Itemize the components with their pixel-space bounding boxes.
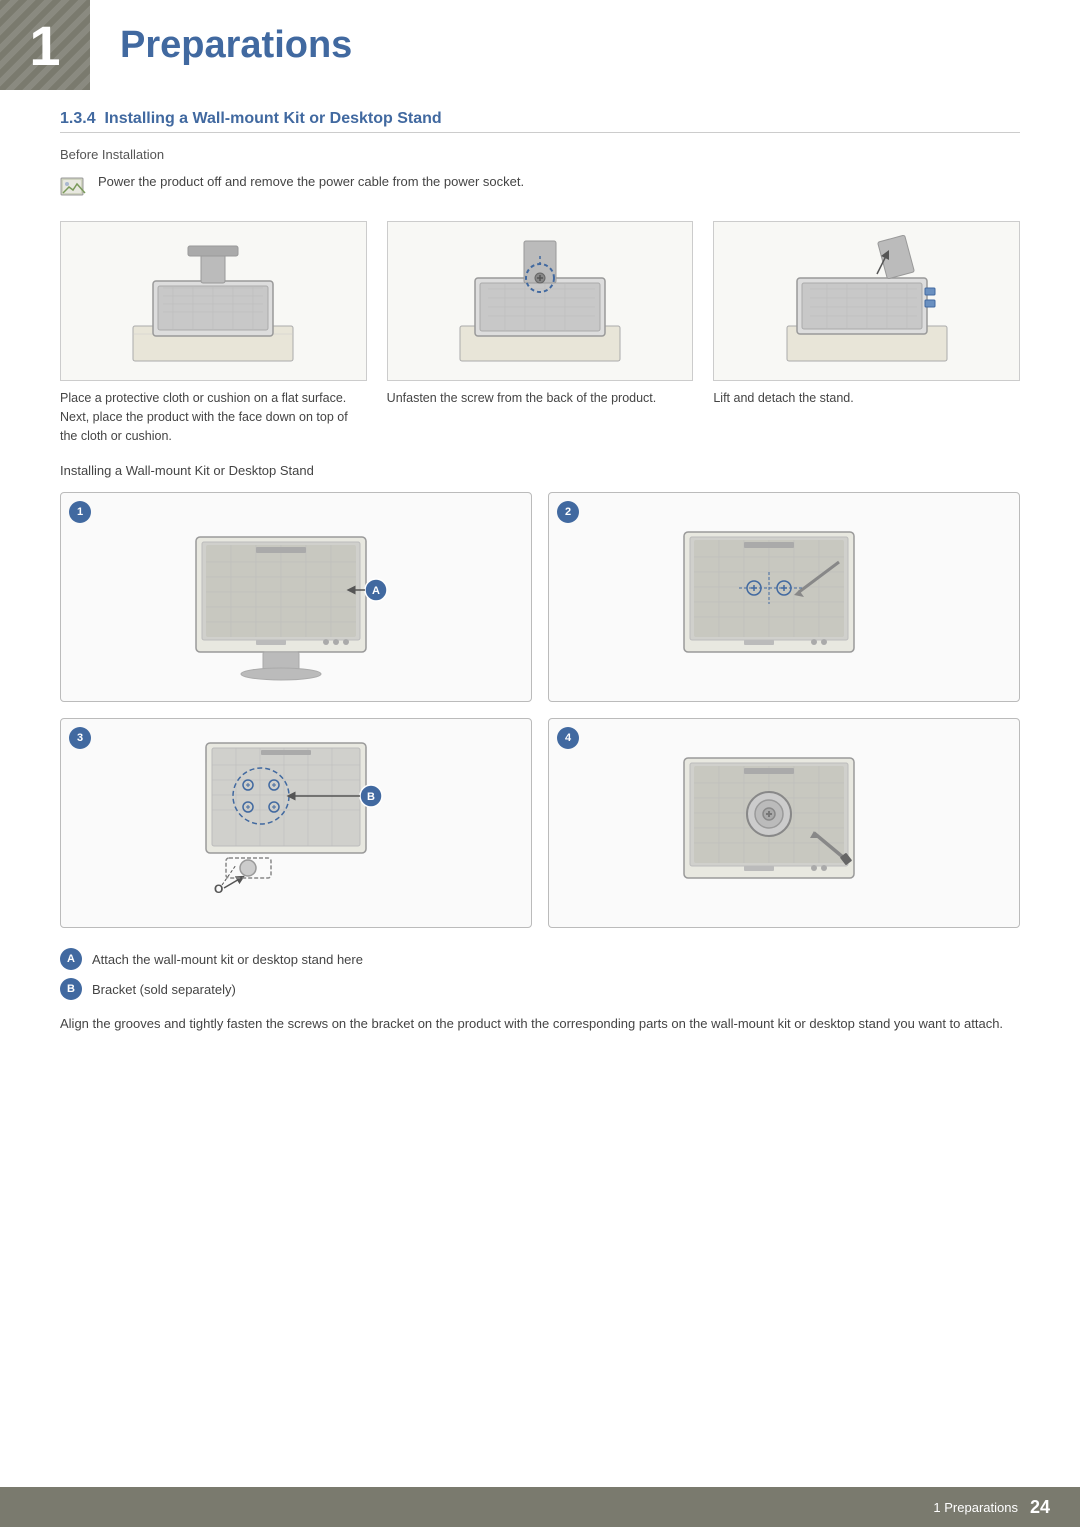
image-caption-3: Lift and detach the stand. <box>713 389 1020 408</box>
diagram-2-svg <box>450 226 630 376</box>
legend-badge-a: A <box>60 948 82 970</box>
chapter-number: 1 <box>29 13 60 78</box>
step-cell-4: 4 <box>548 718 1020 928</box>
chapter-title: Preparations <box>120 24 352 67</box>
image-box-2 <box>387 221 694 381</box>
note-row: Power the product off and remove the pow… <box>60 174 1020 197</box>
legend-text-b: Bracket (sold separately) <box>92 982 236 997</box>
step-badge-1: 1 <box>69 501 91 523</box>
step-cell-1: 1 <box>60 492 532 702</box>
footer: 1 Preparations 24 <box>0 1487 1080 1527</box>
three-images-row: Place a protective cloth or cushion on a… <box>60 221 1020 445</box>
image-caption-1: Place a protective cloth or cushion on a… <box>60 389 367 445</box>
before-installation-label: Before Installation <box>60 147 1020 162</box>
step-badge-4: 4 <box>557 727 579 749</box>
image-cell-3: Lift and detach the stand. <box>713 221 1020 445</box>
chapter-title-area: Preparations <box>90 0 352 90</box>
section-title: Installing a Wall-mount Kit or Desktop S… <box>104 110 441 127</box>
step-cell-3: 3 <box>60 718 532 928</box>
bottom-note: Align the grooves and tightly fasten the… <box>60 1014 1020 1035</box>
install-label: Installing a Wall-mount Kit or Desktop S… <box>60 463 1020 478</box>
image-box-1 <box>60 221 367 381</box>
header-bar: 1 Preparations <box>0 0 1080 90</box>
steps-grid: 1 <box>60 492 1020 928</box>
svg-text:B: B <box>367 791 375 803</box>
step-badge-2: 2 <box>557 501 579 523</box>
step1-diagram: A <box>166 512 426 682</box>
legend-row-a: A Attach the wall-mount kit or desktop s… <box>60 948 1020 970</box>
note-text: Power the product off and remove the pow… <box>98 174 524 189</box>
section-heading: 1.3.4 Installing a Wall-mount Kit or Des… <box>60 110 1020 133</box>
legend-badge-b: B <box>60 978 82 1000</box>
footer-label: 1 Preparations <box>933 1500 1018 1515</box>
step-badge-3: 3 <box>69 727 91 749</box>
image-caption-2: Unfasten the screw from the back of the … <box>387 389 694 408</box>
diagram-3-svg <box>777 226 957 376</box>
step2-diagram <box>654 512 914 682</box>
image-box-3 <box>713 221 1020 381</box>
image-cell-1: Place a protective cloth or cushion on a… <box>60 221 367 445</box>
content-area: 1.3.4 Installing a Wall-mount Kit or Des… <box>0 110 1080 1115</box>
step-cell-2: 2 <box>548 492 1020 702</box>
footer-page: 24 <box>1030 1497 1050 1518</box>
legend-row-b: B Bracket (sold separately) <box>60 978 1020 1000</box>
section-number: 1.3.4 <box>60 110 96 127</box>
note-icon <box>60 175 88 197</box>
step4-diagram <box>654 738 914 908</box>
image-cell-2: Unfasten the screw from the back of the … <box>387 221 694 445</box>
svg-text:O: O <box>214 882 223 896</box>
legend-text-a: Attach the wall-mount kit or desktop sta… <box>92 952 363 967</box>
diagram-1-svg <box>123 226 303 376</box>
step3-diagram: B O <box>166 723 426 923</box>
svg-text:A: A <box>372 585 380 597</box>
chapter-number-block: 1 <box>0 0 90 90</box>
